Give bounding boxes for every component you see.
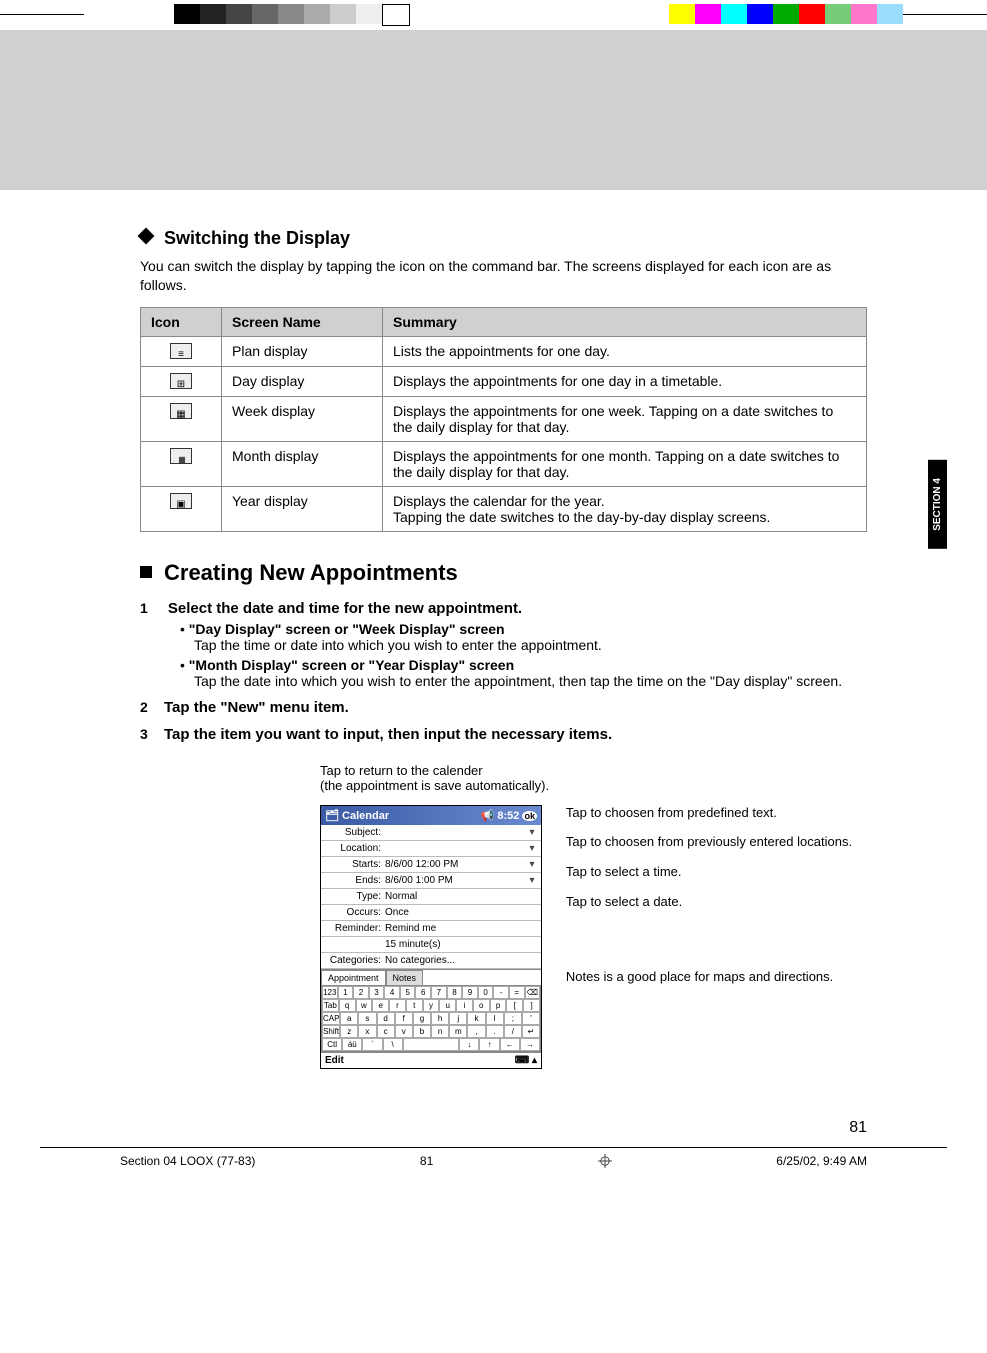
heading-switching-display: Switching the Display xyxy=(140,228,867,249)
ok-button[interactable]: ok xyxy=(522,811,537,821)
keyboard-icon[interactable]: ⌨ ▴ xyxy=(515,1055,537,1066)
footer-left: Section 04 LOOX (77-83) xyxy=(120,1154,255,1171)
section-tab: SECTION 4 xyxy=(928,460,947,549)
th-name: Screen Name xyxy=(222,307,383,336)
printer-marks-top xyxy=(0,0,987,30)
plan-display-icon xyxy=(170,343,192,359)
chevron-down-icon[interactable]: ▾ xyxy=(527,843,537,854)
footer-right: 6/25/02, 9:49 AM xyxy=(776,1154,867,1171)
step-2: Tap the "New" menu item. xyxy=(140,699,867,716)
month-display-icon xyxy=(170,448,192,464)
chevron-down-icon[interactable]: ▾ xyxy=(527,859,537,870)
bullet: "Month Display" screen or "Year Display"… xyxy=(180,657,867,689)
callouts: Tap to choosen from predefined text. Tap… xyxy=(566,805,852,999)
field-categories: Categories:No categories... xyxy=(321,953,541,969)
figure-caption-top: Tap to return to the calender (the appoi… xyxy=(320,763,867,793)
table-row: Plan display Lists the appointments for … xyxy=(141,336,867,366)
table-row: Year display Displays the calendar for t… xyxy=(141,486,867,531)
field-location: Location:▾ xyxy=(321,841,541,857)
step-1: Select the date and time for the new app… xyxy=(140,600,867,689)
edit-menu[interactable]: Edit xyxy=(325,1055,344,1066)
heading-creating-appointments: Creating New Appointments xyxy=(140,560,867,586)
chevron-down-icon[interactable]: ▾ xyxy=(527,875,537,886)
field-ends: Ends:8/6/00 1:00 PM▾ xyxy=(321,873,541,889)
th-icon: Icon xyxy=(141,307,222,336)
callout: Notes is a good place for maps and direc… xyxy=(566,969,852,985)
field-reminder: Reminder:Remind me xyxy=(321,921,541,937)
color-bar-left xyxy=(174,4,410,26)
field-reminder-value: 15 minute(s) xyxy=(321,937,541,953)
year-display-icon xyxy=(170,493,192,509)
table-row: Day display Displays the appointments fo… xyxy=(141,366,867,396)
registration-mark-icon xyxy=(598,1154,612,1171)
figure-area: Tap to return to the calender (the appoi… xyxy=(320,763,867,1069)
page-number: 81 xyxy=(0,1119,867,1137)
footer: Section 04 LOOX (77-83) 81 6/25/02, 9:49… xyxy=(40,1147,947,1177)
th-summary: Summary xyxy=(383,307,867,336)
bullet: "Day Display" screen or "Week Display" s… xyxy=(180,621,867,653)
step-3: Tap the item you want to input, then inp… xyxy=(140,726,867,743)
field-starts: Starts:8/6/00 12:00 PM▾ xyxy=(321,857,541,873)
footer-center: 81 xyxy=(420,1154,433,1171)
callout: Tap to choosen from previously entered l… xyxy=(566,834,852,850)
table-row: Month display Displays the appointments … xyxy=(141,441,867,486)
table-row: Week display Displays the appointments f… xyxy=(141,396,867,441)
appointment-screenshot: 🗂 Calendar 📢 8:52 ok Subject:▾ Location:… xyxy=(320,805,542,1069)
display-mode-table: Icon Screen Name Summary Plan display Li… xyxy=(140,307,867,532)
field-subject: Subject:▾ xyxy=(321,825,541,841)
week-display-icon xyxy=(170,403,192,419)
header-band xyxy=(0,30,987,190)
field-type: Type:Normal xyxy=(321,889,541,905)
callout: Tap to choosen from predefined text. xyxy=(566,805,852,821)
callout: Tap to select a date. xyxy=(566,894,852,910)
intro-paragraph: You can switch the display by tapping th… xyxy=(140,257,867,295)
tab-notes[interactable]: Notes xyxy=(386,970,424,985)
callout: Tap to select a time. xyxy=(566,864,852,880)
day-display-icon xyxy=(170,373,192,389)
chevron-down-icon[interactable]: ▾ xyxy=(527,827,537,838)
color-bar-right xyxy=(669,4,903,24)
field-occurs: Occurs:Once xyxy=(321,905,541,921)
tab-appointment[interactable]: Appointment xyxy=(321,970,386,985)
screenshot-titlebar: 🗂 Calendar 📢 8:52 ok xyxy=(321,806,541,825)
onscreen-keyboard[interactable]: 1231234567890-=⌫ Tabqwertyuiop[] CAPasdf… xyxy=(321,985,541,1052)
